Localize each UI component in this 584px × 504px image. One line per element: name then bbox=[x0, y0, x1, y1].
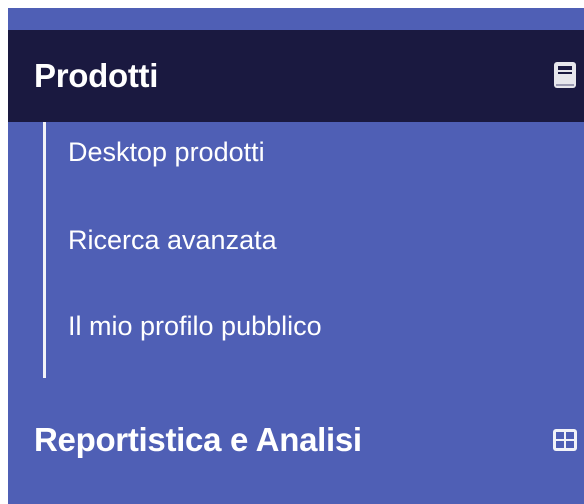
submenu-item-il-mio-profilo-pubblico[interactable]: Il mio profilo pubblico bbox=[68, 306, 322, 346]
section-label-prodotti: Prodotti bbox=[34, 57, 159, 94]
menu-section-reportistica-e-analisi[interactable]: Reportistica e Analisi bbox=[8, 394, 584, 486]
submenu-item-ricerca-avanzata[interactable]: Ricerca avanzata bbox=[68, 220, 277, 260]
submenu-item-desktop-prodotti[interactable]: Desktop prodotti bbox=[68, 132, 265, 172]
menu-section-prodotti[interactable]: Prodotti bbox=[8, 30, 584, 122]
book-icon bbox=[552, 60, 578, 92]
submenu-prodotti: Desktop prodotti Ricerca avanzata Il mio… bbox=[8, 122, 584, 378]
submenu-tree-line bbox=[43, 122, 46, 378]
grid-icon bbox=[552, 424, 578, 456]
section-label-reportistica-e-analisi: Reportistica e Analisi bbox=[34, 421, 362, 458]
sidebar-menu: Prodotti Desktop prodotti Ricerca avanza… bbox=[8, 8, 584, 504]
